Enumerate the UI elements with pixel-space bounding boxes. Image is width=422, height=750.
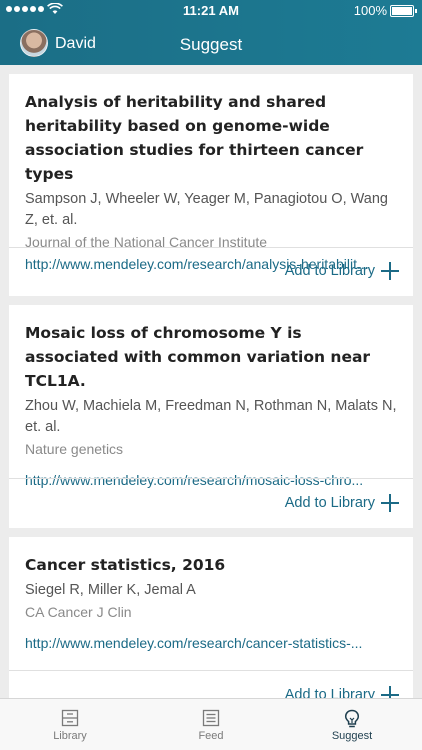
paper-journal: Journal of the National Cancer Institute xyxy=(25,234,268,250)
paper-title[interactable]: Mosaic loss of chromosome Y is associate… xyxy=(25,321,397,393)
plus-icon xyxy=(381,494,399,512)
paper-link[interactable]: http://www.mendeley.com/research/mosaic-… xyxy=(25,470,397,491)
page-title: Suggest xyxy=(179,35,243,54)
tab-feed[interactable]: Feed xyxy=(141,699,281,750)
feed-icon xyxy=(202,709,220,727)
tab-library[interactable]: Library xyxy=(0,699,140,750)
app-header: 11:21 AM 100% David Suggest xyxy=(0,0,422,65)
add-to-library-button[interactable]: Add to Library xyxy=(285,684,399,699)
tab-library-label: Library xyxy=(53,730,87,742)
add-to-library-button[interactable]: Add to Library xyxy=(285,260,399,282)
status-bar: 11:21 AM 100% xyxy=(0,0,422,22)
suggestion-card[interactable]: Mosaic loss of chromosome Y is associate… xyxy=(9,305,413,528)
paper-authors: Sampson J, Wheeler W, Yeager M, Panagiot… xyxy=(25,191,388,228)
plus-icon xyxy=(381,262,399,280)
suggestion-list[interactable]: Analysis of heritability and shared heri… xyxy=(0,65,422,699)
battery-percentage: 100% xyxy=(353,3,387,18)
tab-feed-label: Feed xyxy=(198,730,224,742)
card-divider xyxy=(9,247,413,248)
paper-title[interactable]: Analysis of heritability and shared heri… xyxy=(25,90,397,186)
suggestion-card[interactable]: Analysis of heritability and shared heri… xyxy=(9,74,413,296)
lightbulb-icon xyxy=(344,709,360,728)
tab-suggest[interactable]: Suggest xyxy=(282,699,422,750)
card-divider xyxy=(9,670,413,671)
add-to-library-label: Add to Library xyxy=(284,263,375,279)
paper-title[interactable]: Cancer statistics, 2016 xyxy=(25,553,397,577)
add-to-library-label: Add to Library xyxy=(284,495,375,511)
tab-suggest-label: Suggest xyxy=(331,730,373,742)
battery-icon xyxy=(390,5,417,17)
paper-journal: Nature genetics xyxy=(25,441,124,457)
suggestion-card[interactable]: Cancer statistics, 2016 Siegel R, Miller… xyxy=(9,537,413,699)
tab-bar: Library Feed Suggest xyxy=(0,698,422,750)
paper-link[interactable]: http://www.mendeley.com/research/cancer-… xyxy=(25,633,397,654)
add-to-library-button[interactable]: Add to Library xyxy=(285,492,399,514)
library-icon xyxy=(61,709,79,727)
paper-journal: CA Cancer J Clin xyxy=(25,604,132,620)
paper-authors: Siegel R, Miller K, Jemal A xyxy=(25,582,196,598)
card-divider xyxy=(9,478,413,479)
paper-authors: Zhou W, Machiela M, Freedman N, Rothman … xyxy=(25,398,397,435)
